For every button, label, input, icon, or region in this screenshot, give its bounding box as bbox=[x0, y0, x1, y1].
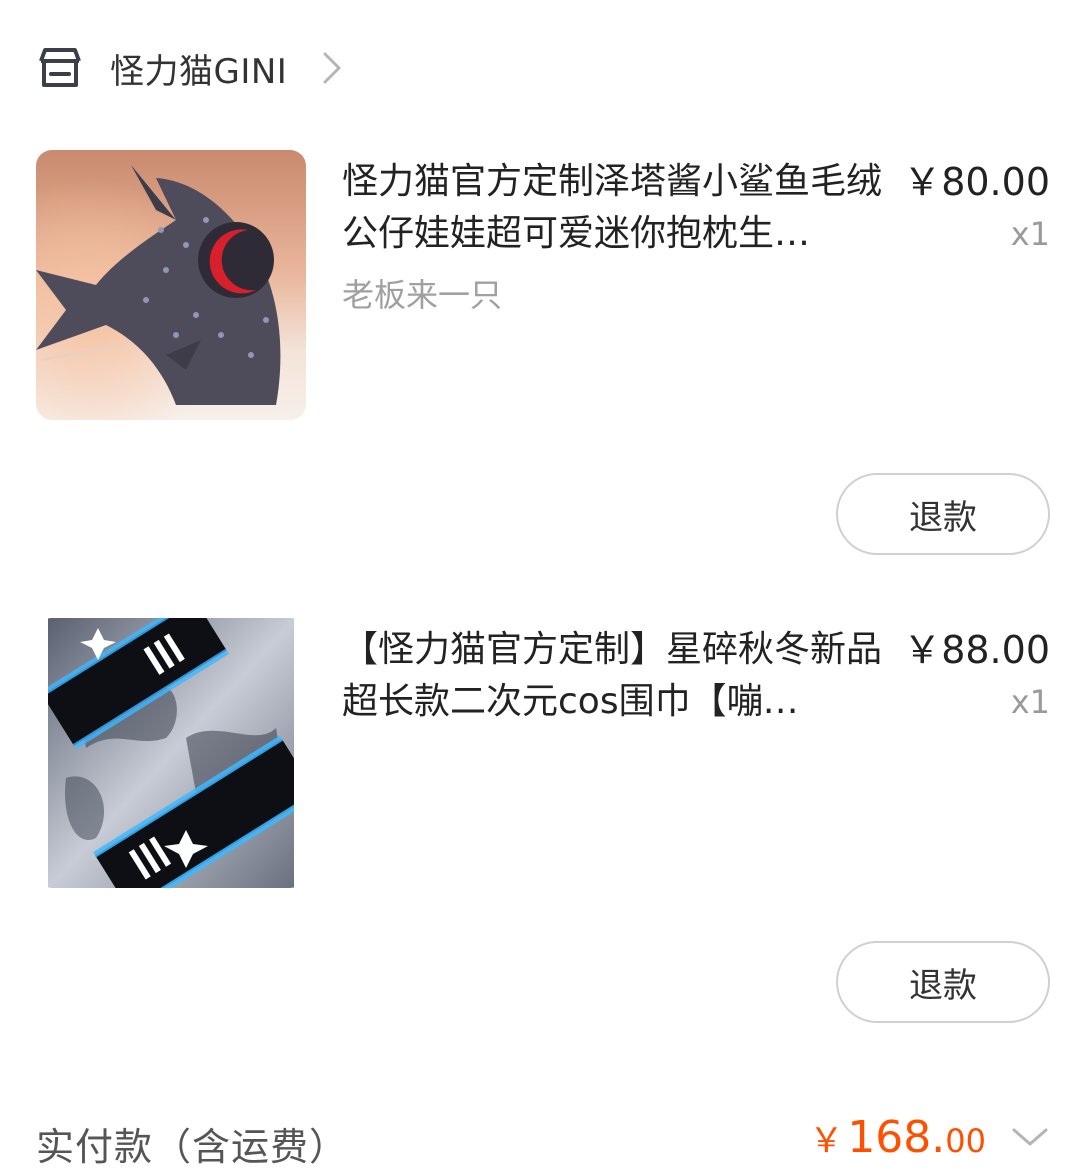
chevron-down-icon[interactable] bbox=[1010, 1124, 1050, 1152]
product-quantity: x1 bbox=[1010, 215, 1050, 253]
refund-button[interactable]: 退款 bbox=[836, 941, 1050, 1023]
store-icon bbox=[36, 44, 84, 92]
product-title[interactable]: 【怪力猫官方定制】星碎秋冬新品超长款二次元cos围巾【嘣… bbox=[342, 624, 892, 728]
shop-header[interactable]: 怪力猫GINI bbox=[36, 40, 345, 96]
product-quantity: x1 bbox=[1010, 683, 1050, 721]
product-sku: 老板来一只 bbox=[342, 276, 503, 314]
shop-name[interactable]: 怪力猫GINI bbox=[110, 44, 287, 93]
total-amount-integer: 168. bbox=[847, 1112, 946, 1163]
product-price: ￥80.00 bbox=[903, 160, 1050, 204]
total-currency: ￥ bbox=[809, 1121, 844, 1161]
product-price: ￥88.00 bbox=[903, 628, 1050, 672]
product-title[interactable]: 怪力猫官方定制泽塔酱小鲨鱼毛绒公仔娃娃超可爱迷你抱枕生… bbox=[342, 156, 892, 260]
total-row[interactable]: 实付款（含运费） ￥ 168. 00 bbox=[36, 1112, 1050, 1172]
total-amount: ￥ 168. 00 bbox=[809, 1112, 986, 1163]
chevron-right-icon[interactable] bbox=[321, 48, 345, 88]
scarf-image[interactable] bbox=[36, 618, 306, 888]
total-label: 实付款（含运费） bbox=[36, 1125, 349, 1169]
shark-plush-image[interactable] bbox=[36, 150, 306, 420]
total-amount-decimal: 00 bbox=[945, 1122, 986, 1160]
refund-button[interactable]: 退款 bbox=[836, 473, 1050, 555]
